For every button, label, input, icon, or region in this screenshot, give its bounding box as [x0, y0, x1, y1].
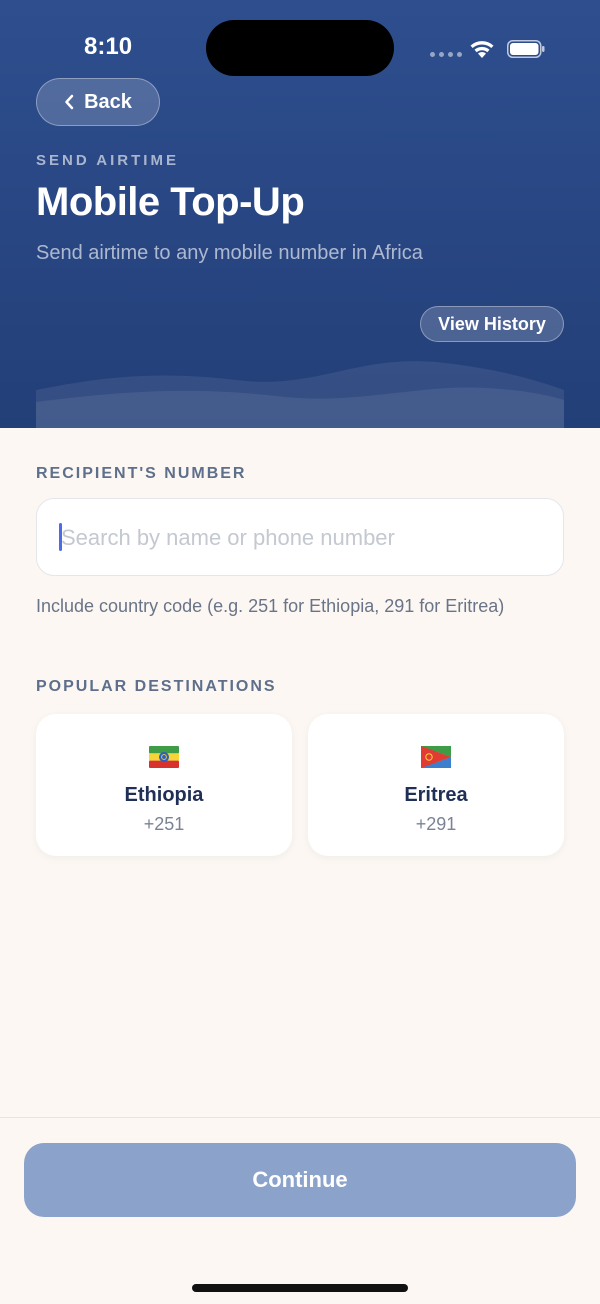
home-indicator [192, 1284, 408, 1292]
popular-destinations-label: POPULAR DESTINATIONS [36, 678, 277, 695]
dynamic-island [206, 20, 394, 76]
signal-icon [430, 52, 462, 57]
text-cursor [59, 523, 62, 551]
destination-name: Eritrea [404, 784, 468, 806]
page-title: Mobile Top-Up [36, 180, 305, 224]
page-subtitle: Send airtime to any mobile number in Afr… [36, 242, 423, 264]
recipient-number-label: RECIPIENT'S NUMBER [36, 465, 247, 482]
destination-card-eritrea[interactable]: Eritrea +291 [308, 714, 564, 856]
destination-code: +251 [143, 814, 185, 834]
destination-name: Ethiopia [124, 784, 204, 806]
battery-icon [507, 40, 545, 58]
recipient-search-input[interactable] [59, 499, 543, 577]
decorative-wave [36, 361, 564, 428]
status-time: 8:10 [84, 33, 133, 60]
wifi-icon [470, 41, 494, 58]
ethiopia-flag-icon [149, 746, 179, 768]
country-code-hint: Include country code (e.g. 251 for Ethio… [36, 596, 505, 616]
eyebrow-label: SEND AIRTIME [36, 152, 179, 169]
back-label: Back [84, 90, 132, 113]
back-button[interactable]: Back [36, 78, 160, 126]
destination-card-ethiopia[interactable]: Ethiopia +251 [36, 714, 292, 856]
recipient-search-field[interactable] [36, 498, 564, 577]
destination-cards: Ethiopia +251 Eritrea +291 [36, 714, 564, 856]
eritrea-flag-icon [421, 746, 451, 768]
footer-divider [0, 1117, 600, 1118]
header: 8:10 Back SEND AIRTIME Mobile Top-Up Sen… [0, 0, 600, 428]
view-history-button[interactable]: View History [420, 306, 564, 342]
chevron-left-icon [65, 94, 74, 110]
continue-button[interactable]: Continue [24, 1143, 576, 1217]
destination-code: +291 [415, 814, 457, 834]
